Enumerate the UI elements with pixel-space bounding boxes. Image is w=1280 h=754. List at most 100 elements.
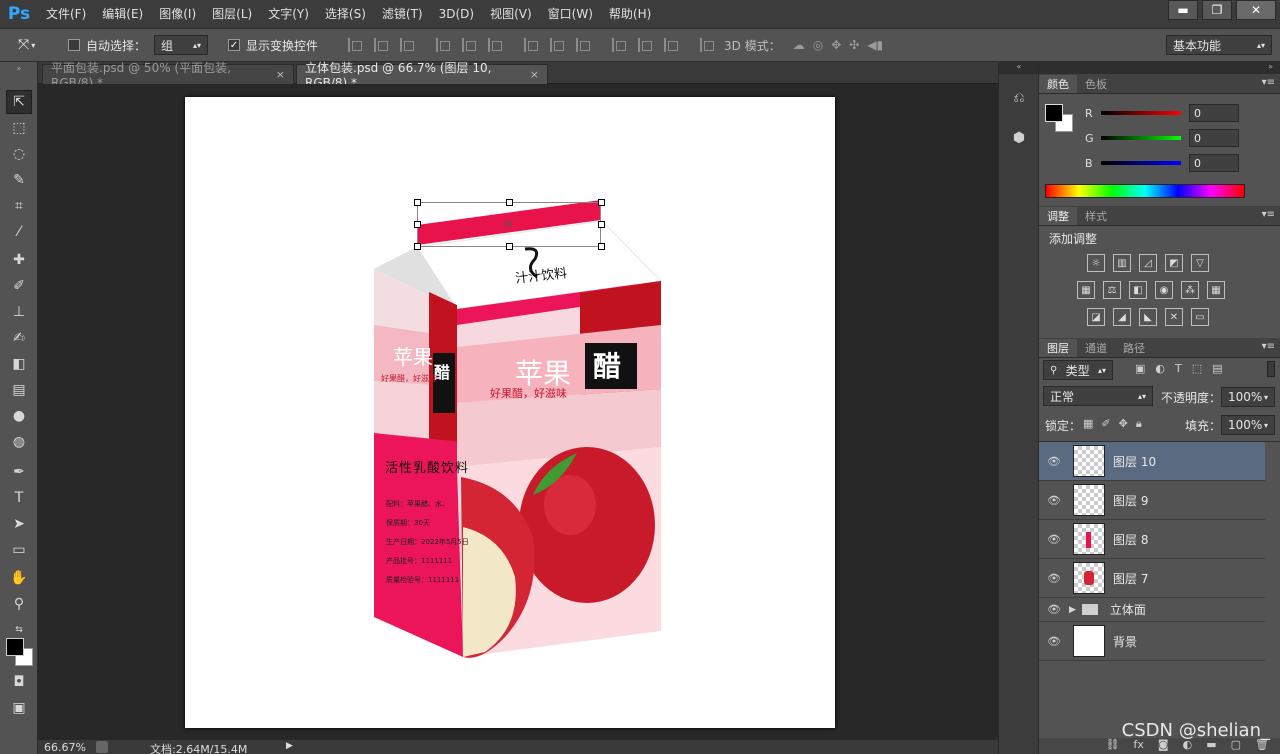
menu-layer[interactable]: 图层(L)	[204, 0, 260, 28]
channel-mixer-icon[interactable]: ⁂	[1181, 281, 1199, 299]
link-icon[interactable]: ⛓	[1106, 738, 1120, 754]
transform-handle[interactable]	[598, 243, 605, 250]
panel-menu-icon[interactable]: ▾≡	[1262, 341, 1275, 352]
screen-mode-icon[interactable]: ▣	[6, 696, 32, 720]
shape-tool-icon[interactable]: ▭	[6, 538, 32, 562]
menu-edit[interactable]: 编辑(E)	[94, 0, 151, 28]
3d-drag-icon[interactable]: ✥	[831, 38, 841, 52]
tab-flat-package[interactable]: 平面包装.psd @ 50% (平面包装, RGB/8) * ×	[42, 61, 294, 90]
menu-file[interactable]: 文件(F)	[38, 0, 94, 28]
brightness-icon[interactable]: ☼	[1087, 254, 1105, 272]
layer-name[interactable]: 图层 7	[1113, 570, 1148, 587]
transform-handle[interactable]	[414, 199, 421, 206]
close-icon[interactable]: ×	[530, 68, 539, 81]
clone-stamp-tool-icon[interactable]: ⊥	[6, 300, 32, 324]
eye-icon[interactable]: 👁︎	[1039, 455, 1069, 468]
black-white-icon[interactable]: ◧	[1129, 281, 1147, 299]
threshold-icon[interactable]: ◣	[1139, 308, 1157, 326]
workspace-dropdown[interactable]: 基本功能 ▴▾	[1166, 35, 1272, 55]
eraser-tool-icon[interactable]: ◧	[6, 352, 32, 376]
foreground-color-swatch[interactable]	[1045, 104, 1063, 122]
zoom-level[interactable]: 66.67%	[44, 741, 86, 754]
adjustment-filter-icon[interactable]: ◐	[1155, 362, 1165, 375]
menu-type[interactable]: 文字(Y)	[260, 0, 317, 28]
3d-scale-icon[interactable]: ◀▮	[867, 38, 883, 52]
transform-handle[interactable]	[506, 199, 513, 206]
layer-name[interactable]: 图层 10	[1113, 453, 1156, 470]
distribute-right-icon[interactable]	[664, 38, 678, 52]
menu-select[interactable]: 选择(S)	[317, 0, 374, 28]
layer-row[interactable]: 👁︎ 背景	[1039, 622, 1265, 661]
zoom-tool-icon[interactable]: ⚲	[6, 592, 32, 616]
3d-rotate-icon[interactable]: ☁	[793, 38, 805, 52]
lock-pixels-icon[interactable]: ✐	[1101, 417, 1110, 431]
foreground-color-swatch[interactable]	[6, 638, 24, 656]
align-vcenter-icon[interactable]	[374, 38, 388, 52]
blend-mode-dropdown[interactable]: 正常 ▴▾	[1043, 386, 1153, 406]
layer-row[interactable]: 👁︎ 图层 10	[1039, 442, 1265, 481]
history-panel-icon[interactable]: ⎌	[1007, 86, 1031, 110]
color-balance-icon[interactable]: ⚖	[1103, 281, 1121, 299]
red-slider[interactable]	[1101, 111, 1181, 115]
canvas-area[interactable]: 汁汁饮料 苹果 醋 好果醋，好滋味 苹果 醋 好果醋，好滋味 活性乳酸饮料 配料…	[38, 84, 998, 740]
tab-paths[interactable]: 路径	[1115, 339, 1153, 357]
layer-row[interactable]: 👁︎ 图层 9	[1039, 481, 1265, 520]
history-brush-tool-icon[interactable]: ✍	[6, 326, 32, 350]
3d-panel-icon[interactable]: ⬢	[1007, 126, 1031, 150]
distribute-vcenter-icon[interactable]	[550, 38, 564, 52]
transform-handle[interactable]	[506, 243, 513, 250]
pixel-filter-icon[interactable]: ▣	[1135, 362, 1145, 375]
type-filter-icon[interactable]: T	[1175, 362, 1182, 375]
status-arrow-icon[interactable]: ▶	[286, 741, 293, 751]
filter-toggle[interactable]	[1267, 361, 1275, 377]
collapse-icon[interactable]: »	[6, 64, 32, 73]
tab-swatches[interactable]: 色板	[1077, 75, 1115, 93]
status-menu-icon[interactable]	[96, 741, 108, 753]
gradient-tool-icon[interactable]: ▤	[6, 378, 32, 402]
levels-icon[interactable]: ▥	[1113, 254, 1131, 272]
move-tool-icon[interactable]: ⇱	[6, 90, 32, 114]
gradient-map-icon[interactable]: ▭	[1191, 308, 1209, 326]
eye-icon[interactable]: 👁︎	[1039, 572, 1069, 585]
restore-button[interactable]: ❐	[1202, 0, 1232, 20]
curves-icon[interactable]: ◿	[1139, 254, 1157, 272]
color-spectrum-bar[interactable]	[1045, 184, 1245, 198]
document-canvas[interactable]: 汁汁饮料 苹果 醋 好果醋，好滋味 苹果 醋 好果醋，好滋味 活性乳酸饮料 配料…	[185, 97, 835, 728]
eyedropper-tool-icon[interactable]: ⁄	[6, 220, 32, 244]
menu-3d[interactable]: 3D(D)	[431, 0, 482, 28]
tab-channels[interactable]: 通道	[1077, 339, 1115, 357]
distribute-top-icon[interactable]	[524, 38, 538, 52]
move-tool-preset[interactable]: ⤧ ▾	[18, 29, 35, 61]
transform-center-icon[interactable]: ⊕	[504, 219, 512, 230]
blue-slider[interactable]	[1101, 161, 1181, 165]
transform-handle[interactable]	[414, 243, 421, 250]
red-value-input[interactable]: 0	[1189, 104, 1239, 122]
path-select-tool-icon[interactable]: ➤	[6, 512, 32, 536]
menu-window[interactable]: 窗口(W)	[540, 0, 601, 28]
transform-handle[interactable]	[598, 221, 605, 228]
lasso-tool-icon[interactable]: ◌	[6, 142, 32, 166]
photo-filter-icon[interactable]: ◉	[1155, 281, 1173, 299]
close-button[interactable]: ✕	[1236, 0, 1276, 20]
posterize-icon[interactable]: ◢	[1113, 308, 1131, 326]
distribute-bottom-icon[interactable]	[576, 38, 590, 52]
healing-brush-tool-icon[interactable]: ✚	[6, 248, 32, 272]
eye-icon[interactable]: 👁︎	[1039, 494, 1069, 507]
align-top-icon[interactable]	[348, 38, 362, 52]
tab-styles[interactable]: 样式	[1077, 207, 1115, 225]
transform-bounding-box[interactable]: ⊕	[414, 199, 605, 250]
selective-color-icon[interactable]: ✕	[1165, 308, 1183, 326]
panel-menu-icon[interactable]: ▾≡	[1262, 209, 1275, 220]
layer-name[interactable]: 图层 8	[1113, 531, 1148, 548]
align-left-icon[interactable]	[436, 38, 450, 52]
exposure-icon[interactable]: ◩	[1165, 254, 1183, 272]
align-bottom-icon[interactable]	[400, 38, 414, 52]
show-transform-checkbox[interactable]: ✓	[228, 39, 240, 51]
layer-filter-dropdown[interactable]: ⚲ 类型 ▴▾	[1043, 360, 1113, 380]
tab-adjustments[interactable]: 调整	[1039, 207, 1077, 225]
tab-color[interactable]: 颜色	[1039, 75, 1077, 93]
layer-name[interactable]: 立体面	[1110, 601, 1146, 618]
layer-name[interactable]: 图层 9	[1113, 492, 1148, 509]
layer-name[interactable]: 背景	[1113, 633, 1137, 650]
eye-icon[interactable]: 👁︎	[1039, 533, 1069, 546]
